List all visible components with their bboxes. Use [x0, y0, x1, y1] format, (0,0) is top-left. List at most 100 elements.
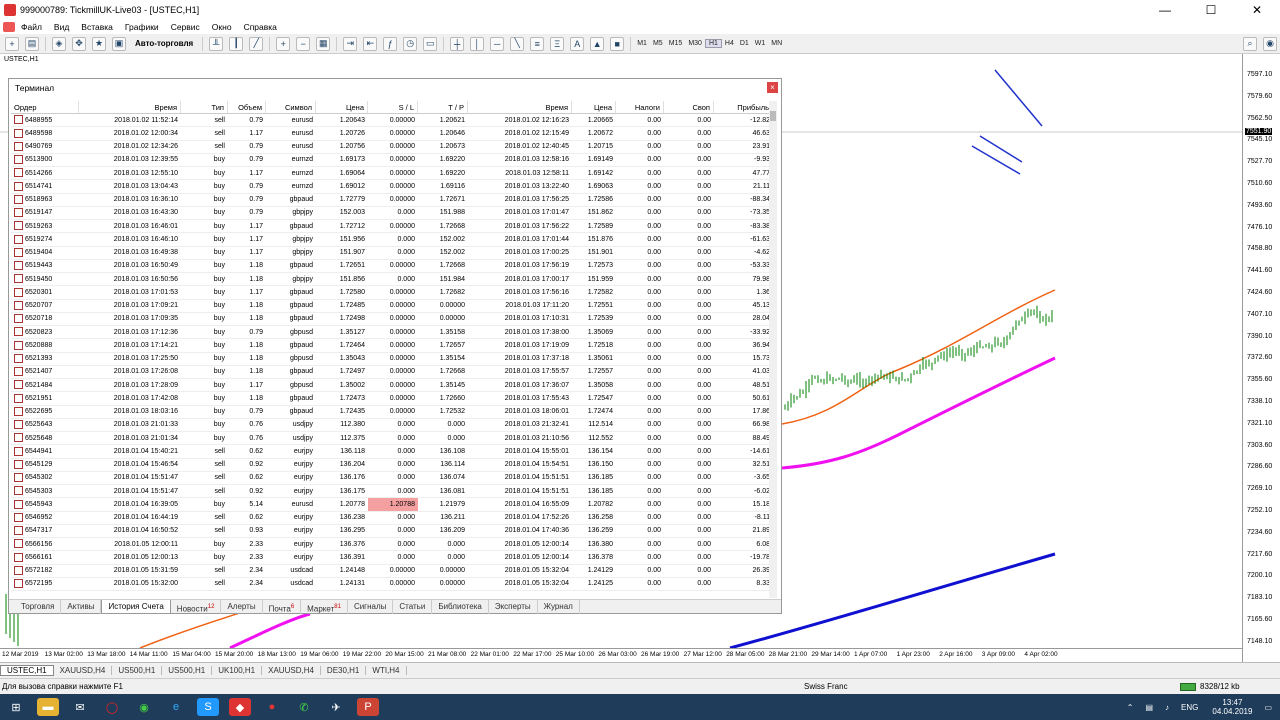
- table-row[interactable]: 6519263 2018.01.03 16:46:01 buy 1.17 gbpaud 1…: [11, 220, 773, 234]
- mail-icon[interactable]: ✉: [69, 698, 91, 716]
- table-row[interactable]: 6514266 2018.01.03 12:55:10 buy 1.17 eurnzd 1…: [11, 167, 773, 181]
- terminal-tab[interactable]: История Счета: [101, 599, 171, 614]
- table-scrollbar[interactable]: [769, 101, 777, 598]
- table-row[interactable]: 6519404 2018.01.03 16:49:38 buy 1.17 gbpjpy 1…: [11, 246, 773, 260]
- table-row[interactable]: 6525648 2018.01.03 21:01:34 buy 0.76 usdjpy 1…: [11, 432, 773, 446]
- new-chart-icon[interactable]: +: [5, 36, 19, 51]
- column-header[interactable]: T / P: [418, 101, 468, 113]
- zoom-in-icon[interactable]: +: [276, 36, 291, 51]
- chart-tab[interactable]: XAUUSD,H4: [54, 666, 113, 675]
- table-row[interactable]: 6545302 2018.01.04 15:51:47 sell 0.62 eurjpy…: [11, 472, 773, 485]
- column-header[interactable]: Прибыль: [714, 101, 773, 113]
- fibo-icon[interactable]: Ξ: [550, 36, 565, 51]
- terminal-tab[interactable]: Маркет81: [301, 599, 348, 614]
- table-row[interactable]: 6520888 2018.01.03 17:14:21 buy 1.18 gbpaud 1…: [11, 339, 773, 353]
- table-row[interactable]: 6519274 2018.01.03 16:46:10 buy 1.17 gbpjpy 1…: [11, 233, 773, 247]
- table-row[interactable]: 6521951 2018.01.03 17:42:08 buy 1.18 gbpaud 1…: [11, 392, 773, 406]
- table-row[interactable]: 6520823 2018.01.03 17:12:36 buy 0.79 gbpusd 1…: [11, 326, 773, 340]
- menu-view[interactable]: Вид: [48, 22, 75, 32]
- table-row[interactable]: 6544941 2018.01.04 15:40:21 sell 0.62 eurjpy…: [11, 445, 773, 459]
- tf-m30[interactable]: M30: [685, 40, 705, 47]
- opera-icon[interactable]: ◯: [101, 698, 123, 716]
- menu-tools[interactable]: Сервис: [165, 22, 206, 32]
- chart-tab[interactable]: USTEC,H1: [0, 665, 54, 676]
- terminal-tab[interactable]: Алерты: [221, 599, 263, 614]
- mt4-icon[interactable]: ◆: [229, 698, 251, 716]
- tf-m15[interactable]: M15: [666, 40, 686, 47]
- tf-m5[interactable]: M5: [650, 40, 666, 47]
- terminal-tab[interactable]: Новости12: [171, 599, 222, 614]
- table-row[interactable]: 6514741 2018.01.03 13:04:43 buy 0.79 eurnzd 1…: [11, 180, 773, 194]
- network-icon[interactable]: ▤: [1145, 703, 1153, 712]
- table-row[interactable]: 6521393 2018.01.03 17:25:50 buy 1.18 gbpusd 1…: [11, 352, 773, 366]
- menu-charts[interactable]: Графики: [119, 22, 165, 32]
- tf-mn[interactable]: MN: [768, 40, 785, 47]
- indicators-icon[interactable]: ƒ: [383, 36, 398, 51]
- scrollbar-thumb[interactable]: [770, 111, 776, 121]
- table-row[interactable]: 6566156 2018.01.05 12:00:11 buy 2.33 eurjpy 1…: [11, 538, 773, 552]
- table-row[interactable]: 6545303 2018.01.04 15:51:47 sell 0.92 eurjpy…: [11, 485, 773, 499]
- periods-icon[interactable]: ◷: [403, 36, 418, 51]
- zoom-out-icon[interactable]: −: [296, 36, 311, 51]
- tf-d1[interactable]: D1: [737, 40, 752, 47]
- chart-tab[interactable]: WTI,H4: [366, 666, 407, 675]
- terminal-icon[interactable]: ▣: [112, 36, 126, 51]
- channel-icon[interactable]: ≡: [530, 36, 545, 51]
- table-row[interactable]: 6521407 2018.01.03 17:26:08 buy 1.18 gbpaud 1…: [11, 366, 773, 379]
- table-row[interactable]: 6521484 2018.01.03 17:28:09 buy 1.17 gbpusd 1…: [11, 379, 773, 393]
- close-button[interactable]: ✕: [1234, 0, 1280, 20]
- table-row[interactable]: 6519450 2018.01.03 16:50:56 buy 1.18 gbpjpy 1…: [11, 273, 773, 287]
- text-icon[interactable]: A: [570, 36, 585, 51]
- column-header[interactable]: Объем: [228, 101, 266, 113]
- chart-tab[interactable]: US500,H1: [162, 666, 213, 675]
- templates-icon[interactable]: ▭: [423, 36, 438, 51]
- autoscroll-icon[interactable]: ⇥: [343, 36, 358, 51]
- terminal-tab[interactable]: Сигналы: [348, 599, 394, 614]
- column-header[interactable]: Цена: [316, 101, 368, 113]
- hline-icon[interactable]: ─: [490, 36, 505, 51]
- maximize-button[interactable]: ☐: [1188, 0, 1234, 20]
- table-row[interactable]: 6545129 2018.01.04 15:46:54 sell 0.92 eurjpy…: [11, 458, 773, 472]
- table-row[interactable]: 6525643 2018.01.03 21:01:33 buy 0.76 usdjpy 1…: [11, 419, 773, 432]
- whatsapp-icon[interactable]: ✆: [293, 698, 315, 716]
- chart-tab[interactable]: US500,H1: [112, 666, 163, 675]
- chart-tab[interactable]: XAUUSD,H4: [262, 666, 321, 675]
- profiles-icon[interactable]: ▤: [25, 36, 39, 51]
- edge-icon[interactable]: e: [165, 698, 187, 716]
- chart-tab[interactable]: UK100,H1: [212, 666, 263, 675]
- menu-help[interactable]: Справка: [238, 22, 283, 32]
- record-icon[interactable]: ●: [261, 698, 283, 716]
- table-row[interactable]: 6520707 2018.01.03 17:09:21 buy 1.18 gbpaud 1…: [11, 299, 773, 313]
- tf-m1[interactable]: M1: [634, 40, 650, 47]
- table-row[interactable]: 6489598 2018.01.02 12:00:34 sell 1.17 eurusd…: [11, 127, 773, 141]
- terminal-tab[interactable]: Торговля: [15, 599, 62, 614]
- notifications-icon[interactable]: ▭: [1264, 703, 1272, 712]
- chrome-icon[interactable]: ◉: [133, 698, 155, 716]
- bar-chart-icon[interactable]: ╨: [209, 36, 224, 51]
- crosshair-icon[interactable]: ┼: [450, 36, 465, 51]
- autotrade-button[interactable]: Авто-торговля: [132, 37, 196, 51]
- table-row[interactable]: 6545943 2018.01.04 16:39:05 buy 5.14 eurusd 1…: [11, 497, 773, 512]
- menu-file[interactable]: Файл: [15, 22, 48, 32]
- table-row[interactable]: 6519443 2018.01.03 16:50:49 buy 1.18 gbpaud 1…: [11, 260, 773, 273]
- terminal-tab[interactable]: Статьи: [393, 599, 433, 614]
- table-row[interactable]: 6518963 2018.01.03 16:36:10 buy 0.79 gbpaud 1…: [11, 193, 773, 207]
- table-row[interactable]: 6522695 2018.01.03 18:03:16 buy 0.79 gbpaud 1…: [11, 405, 773, 419]
- shapes-icon[interactable]: ■: [610, 36, 625, 51]
- volume-icon[interactable]: ♪: [1165, 703, 1169, 712]
- column-header[interactable]: Время: [79, 101, 181, 113]
- vline-icon[interactable]: │: [470, 36, 485, 51]
- language-indicator[interactable]: ENG: [1181, 703, 1198, 712]
- start-icon[interactable]: ⊞: [5, 698, 27, 716]
- column-header[interactable]: Налоги: [616, 101, 664, 113]
- tf-h1[interactable]: H1: [704, 39, 722, 48]
- column-header[interactable]: Ордер: [11, 101, 79, 113]
- column-header[interactable]: Цена: [572, 101, 616, 113]
- table-row[interactable]: 6490769 2018.01.02 12:34:26 sell 0.79 eurusd…: [11, 140, 773, 154]
- terminal-tab[interactable]: Эксперты: [489, 599, 538, 614]
- table-row[interactable]: 6520301 2018.01.03 17:01:53 buy 1.17 gbpaud 1…: [11, 286, 773, 300]
- terminal-tab[interactable]: Почта6: [263, 599, 302, 614]
- search-icon[interactable]: ⌕: [1243, 36, 1257, 51]
- terminal-close-icon[interactable]: ×: [767, 82, 778, 93]
- line-chart-icon[interactable]: ╱: [249, 36, 264, 51]
